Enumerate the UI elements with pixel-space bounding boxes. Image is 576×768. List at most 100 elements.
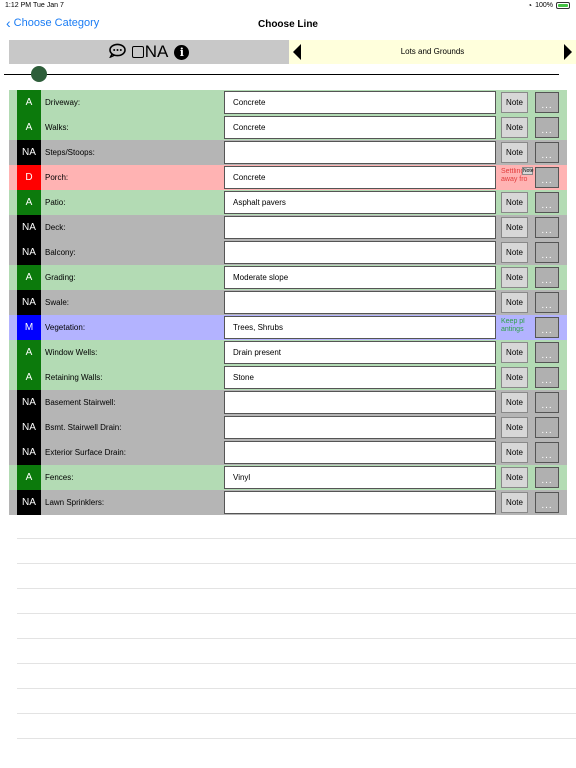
note-button[interactable]: Note xyxy=(501,442,528,463)
info-icon[interactable]: i xyxy=(174,44,190,60)
note-button[interactable]: Note xyxy=(501,192,528,213)
status-right: ◔ 100% xyxy=(527,1,570,10)
status-badge[interactable]: A xyxy=(17,190,41,215)
line-value-field[interactable] xyxy=(224,441,496,464)
more-options-button[interactable]: ... xyxy=(535,242,559,263)
more-options-button[interactable]: ... xyxy=(535,367,559,388)
more-options-button[interactable]: ... xyxy=(535,467,559,488)
empty-line xyxy=(17,714,576,739)
line-value-field[interactable]: Trees, Shrubs xyxy=(224,316,496,339)
line-value-field[interactable]: Moderate slope xyxy=(224,266,496,289)
status-badge[interactable]: NA xyxy=(17,415,41,440)
more-options-button[interactable]: ... xyxy=(535,292,559,313)
note-preview[interactable]: Keep pl antings xyxy=(501,318,531,334)
status-badge[interactable]: A xyxy=(17,115,41,140)
line-row-window-wells: A Window Wells: Drain present Note... xyxy=(9,340,567,365)
empty-line xyxy=(17,689,576,714)
line-row-bsmt-stairwell-drain: NA Bsmt. Stairwell Drain: Note... xyxy=(9,415,567,440)
status-badge[interactable]: NA xyxy=(17,390,41,415)
next-category-arrow-icon[interactable] xyxy=(564,44,572,60)
line-value-field[interactable] xyxy=(224,216,496,239)
more-options-button[interactable]: ... xyxy=(535,192,559,213)
line-value-field[interactable] xyxy=(224,491,496,514)
note-button[interactable]: Note xyxy=(501,92,528,113)
note-button[interactable]: Note xyxy=(501,142,528,163)
na-toggle[interactable]: NA xyxy=(131,42,168,62)
note-button[interactable]: Note xyxy=(501,342,528,363)
line-value-field[interactable] xyxy=(224,141,496,164)
slider-track xyxy=(4,74,559,75)
line-value-field[interactable]: Asphalt pavers xyxy=(224,191,496,214)
nav-bar: ‹ Choose Category Choose Line xyxy=(0,12,576,38)
line-label: Porch: xyxy=(45,173,69,182)
more-options-button[interactable]: ... xyxy=(535,142,559,163)
battery-percent: 100% xyxy=(535,2,553,9)
line-value-field[interactable]: Concrete xyxy=(224,166,496,189)
status-badge[interactable]: A xyxy=(17,340,41,365)
slider-thumb[interactable] xyxy=(31,66,47,82)
line-label: Patio: xyxy=(45,198,66,207)
line-value-field[interactable]: Stone xyxy=(224,366,496,389)
empty-line xyxy=(17,539,576,564)
more-options-button[interactable]: ... xyxy=(535,267,559,288)
more-options-button[interactable]: ... xyxy=(535,342,559,363)
more-options-button[interactable]: ... xyxy=(535,492,559,513)
status-badge[interactable]: NA xyxy=(17,240,41,265)
line-value-field[interactable] xyxy=(224,241,496,264)
line-value-field[interactable]: Vinyl xyxy=(224,466,496,489)
line-row-walks: A Walks: Concrete Note... xyxy=(9,115,567,140)
more-options-button[interactable]: ... xyxy=(535,167,559,188)
line-value-field[interactable] xyxy=(224,391,496,414)
line-row-swale: NA Swale: Note... xyxy=(9,290,567,315)
empty-line xyxy=(17,614,576,639)
line-label: Steps/Stoops: xyxy=(45,148,95,157)
status-badge[interactable]: A xyxy=(17,465,41,490)
note-button[interactable]: Note xyxy=(501,117,528,138)
note-button[interactable]: Note xyxy=(501,492,528,513)
status-badge[interactable]: NA xyxy=(17,490,41,515)
line-value-field[interactable]: Drain present xyxy=(224,341,496,364)
note-button[interactable]: Note xyxy=(501,417,528,438)
category-label: Lots and Grounds xyxy=(400,47,465,56)
checkbox-icon xyxy=(131,46,144,58)
note-button[interactable]: Note xyxy=(501,367,528,388)
status-badge[interactable]: A xyxy=(17,365,41,390)
status-badge[interactable]: NA xyxy=(17,440,41,465)
line-row-driveway: A Driveway: Concrete Note... xyxy=(9,90,567,115)
status-badge[interactable]: NA xyxy=(17,290,41,315)
status-badge[interactable]: D xyxy=(17,165,41,190)
line-row-patio: A Patio: Asphalt pavers Note... xyxy=(9,190,567,215)
note-button[interactable]: Note xyxy=(501,292,528,313)
line-label: Window Wells: xyxy=(45,348,98,357)
more-options-button[interactable]: ... xyxy=(535,117,559,138)
status-badge[interactable]: A xyxy=(17,90,41,115)
more-options-button[interactable]: ... xyxy=(535,417,559,438)
status-badge[interactable]: NA xyxy=(17,140,41,165)
line-list: A Driveway: Concrete Note... A Walks: Concrete… xyxy=(9,90,567,515)
note-button[interactable]: Note xyxy=(522,167,534,175)
row-slider[interactable] xyxy=(4,66,559,84)
more-options-button[interactable]: ... xyxy=(535,317,559,338)
line-value-field[interactable] xyxy=(224,416,496,439)
line-value-field[interactable]: Concrete xyxy=(224,91,496,114)
status-badge[interactable]: A xyxy=(17,265,41,290)
more-options-button[interactable]: ... xyxy=(535,217,559,238)
line-value-field[interactable]: Concrete xyxy=(224,116,496,139)
status-badge[interactable]: NA xyxy=(17,215,41,240)
line-label: Bsmt. Stairwell Drain: xyxy=(45,423,122,432)
line-row-lawn-sprinklers: NA Lawn Sprinklers: Note... xyxy=(9,490,567,515)
comment-icon[interactable] xyxy=(108,43,126,62)
note-button[interactable]: Note xyxy=(501,242,528,263)
empty-line-list xyxy=(17,514,576,739)
status-badge[interactable]: M xyxy=(17,315,41,340)
line-value-field[interactable] xyxy=(224,291,496,314)
more-options-button[interactable]: ... xyxy=(535,392,559,413)
more-options-button[interactable]: ... xyxy=(535,442,559,463)
line-row-deck: NA Deck: Note... xyxy=(9,215,567,240)
note-button[interactable]: Note xyxy=(501,467,528,488)
note-button[interactable]: Note xyxy=(501,267,528,288)
note-button[interactable]: Note xyxy=(501,392,528,413)
more-options-button[interactable]: ... xyxy=(535,92,559,113)
empty-line xyxy=(17,564,576,589)
note-button[interactable]: Note xyxy=(501,217,528,238)
